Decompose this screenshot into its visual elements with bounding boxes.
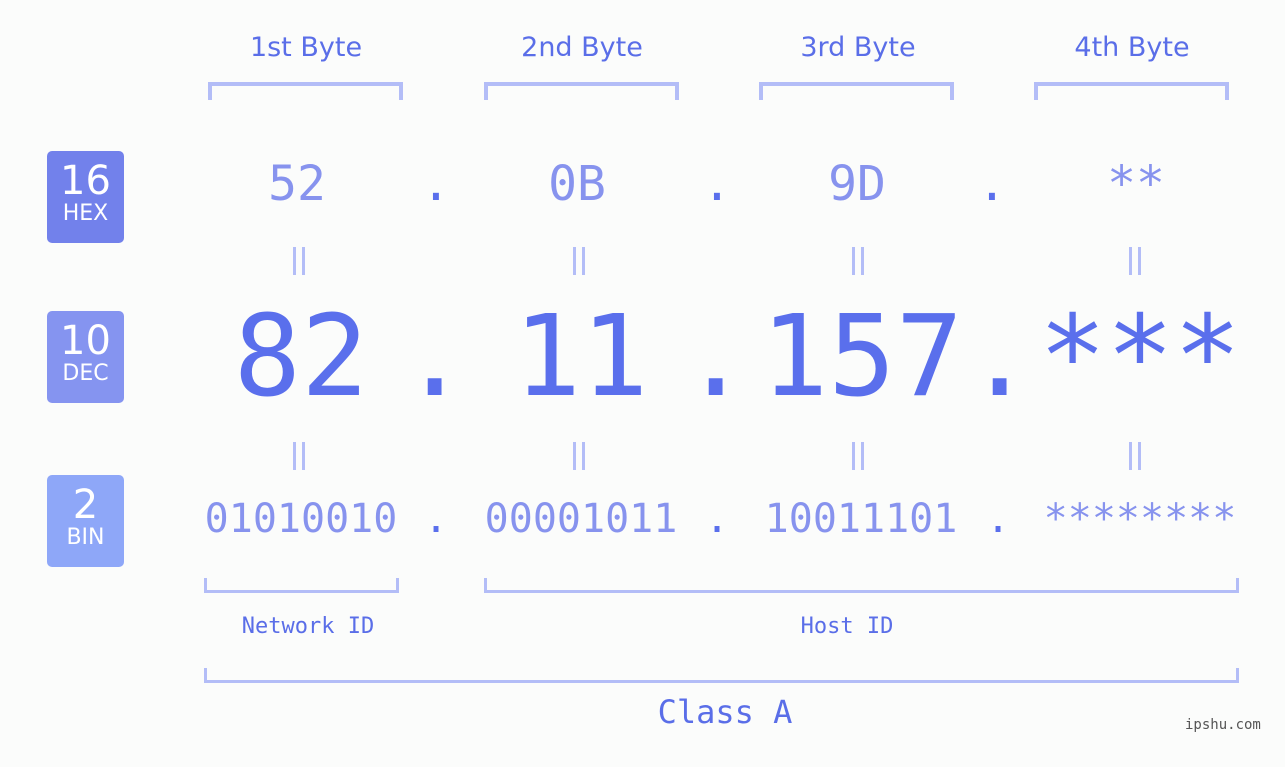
- equals-icon: [851, 442, 865, 470]
- equals-icon: [851, 247, 865, 275]
- byte-bracket-3: [759, 82, 954, 100]
- network-id-label: Network ID: [241, 614, 375, 639]
- dec-byte-2: 11: [513, 292, 649, 422]
- equals-icon: [292, 442, 306, 470]
- bin-byte-3: 10011101: [764, 496, 958, 542]
- byte-bracket-1: [208, 82, 403, 100]
- hex-byte-3: 9D: [828, 156, 886, 212]
- equals-icon: [1128, 442, 1142, 470]
- bin-badge-base: 2: [72, 482, 99, 528]
- bin-byte-1: 01010010: [204, 496, 398, 542]
- dec-badge-label: DEC: [62, 361, 109, 386]
- hex-badge-label: HEX: [62, 201, 109, 226]
- bin-badge: 2 BIN: [47, 475, 124, 567]
- bin-dot-1: .: [423, 496, 449, 542]
- hex-badge-base: 16: [60, 158, 111, 204]
- dec-dot-1: .: [401, 292, 469, 422]
- hex-byte-2: 0B: [548, 156, 606, 212]
- bin-byte-4: ********: [1043, 496, 1237, 542]
- hex-byte-1: 52: [268, 156, 326, 212]
- hex-dot-1: .: [421, 156, 451, 212]
- hex-dot-3: .: [977, 156, 1007, 212]
- hex-badge: 16 HEX: [47, 151, 124, 243]
- class-bracket: [204, 668, 1239, 683]
- equals-icon: [572, 247, 586, 275]
- watermark: ipshu.com: [1185, 717, 1261, 733]
- host-id-bracket: [484, 578, 1239, 593]
- equals-icon: [572, 442, 586, 470]
- class-label: Class A: [657, 693, 793, 731]
- bin-byte-2: 00001011: [484, 496, 678, 542]
- network-id-bracket: [204, 578, 399, 593]
- hex-byte-4: **: [1107, 156, 1165, 212]
- bin-dot-2: .: [704, 496, 730, 542]
- bin-dot-3: .: [985, 496, 1011, 542]
- dec-byte-3: 157: [760, 292, 964, 422]
- dec-byte-1: 82: [233, 292, 369, 422]
- host-id-label: Host ID: [800, 614, 894, 639]
- byte-header-4: 4th Byte: [1074, 32, 1190, 63]
- byte-bracket-4: [1034, 82, 1229, 100]
- equals-icon: [292, 247, 306, 275]
- dec-dot-2: .: [682, 292, 750, 422]
- dec-badge-base: 10: [60, 318, 111, 364]
- bin-badge-label: BIN: [66, 525, 105, 550]
- dec-byte-4: ***: [1038, 292, 1242, 422]
- byte-bracket-2: [484, 82, 679, 100]
- byte-header-2: 2nd Byte: [521, 32, 643, 63]
- dec-badge: 10 DEC: [47, 311, 124, 403]
- byte-header-1: 1st Byte: [249, 32, 363, 63]
- hex-dot-2: .: [702, 156, 732, 212]
- byte-header-3: 3rd Byte: [800, 32, 916, 63]
- equals-icon: [1128, 247, 1142, 275]
